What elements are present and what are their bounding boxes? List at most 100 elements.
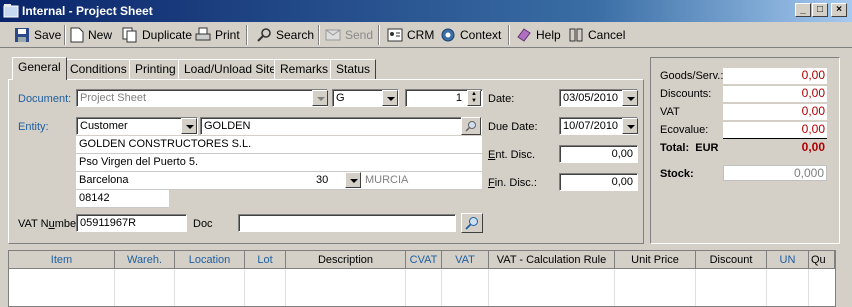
close-button[interactable]: × xyxy=(831,3,847,17)
totals-panel: Goods/Serv.: 0,00 Discounts: 0,00 VAT 0,… xyxy=(650,57,840,244)
col-location[interactable]: Location xyxy=(175,251,245,269)
doc-search-button[interactable] xyxy=(461,213,483,233)
col-description[interactable]: Description xyxy=(286,251,406,269)
goods-value: 0,00 xyxy=(723,68,827,84)
send-button[interactable]: Send xyxy=(325,24,373,46)
search-button[interactable]: Search xyxy=(256,24,314,46)
entity-discount-field[interactable]: 0,00 xyxy=(559,145,638,163)
series-dropdown-button[interactable] xyxy=(382,90,398,106)
vat-number-label: VAT Number xyxy=(18,218,80,230)
entity-type-dropdown-button[interactable] xyxy=(181,118,197,134)
toolbar-separator xyxy=(378,25,380,45)
vat-number-field[interactable]: 05911967R xyxy=(76,214,187,232)
magnifier-icon xyxy=(465,217,478,230)
financial-discount-label: Fin. Disc.: xyxy=(488,177,537,189)
entity-discount-label: Ent. Disc. xyxy=(488,149,536,161)
ecovalue-label: Ecovalue: xyxy=(660,124,709,136)
print-button[interactable]: Print xyxy=(195,24,240,46)
tab-status[interactable]: Status xyxy=(330,59,377,79)
vat-label: VAT xyxy=(660,106,680,118)
col-unit-price[interactable]: Unit Price xyxy=(615,251,696,269)
col-vat-calculation-rule[interactable]: VAT - Calculation Rule xyxy=(489,251,615,269)
grid-column-line xyxy=(405,269,406,306)
col-quantity[interactable]: Qu xyxy=(809,251,835,269)
col-item[interactable]: Item xyxy=(9,251,115,269)
spin-down-icon[interactable]: ▼ xyxy=(468,98,480,105)
help-button[interactable]: Help xyxy=(516,24,561,46)
col-un[interactable]: UN xyxy=(767,251,809,269)
date-label: Date: xyxy=(488,93,515,105)
grid-column-line xyxy=(441,269,442,306)
grid-header: Item Wareh. Location Lot Description CVA… xyxy=(9,251,835,269)
total-value: 0,00 xyxy=(801,140,825,154)
due-date-label: Due Date: xyxy=(488,121,538,133)
entity-type-select[interactable]: Customer xyxy=(76,117,198,135)
stock-label: Stock: xyxy=(660,168,694,180)
tab-general[interactable]: General xyxy=(12,57,67,80)
grid-column-line xyxy=(114,269,115,306)
save-button[interactable]: Save xyxy=(14,24,61,46)
entity-label: Entity: xyxy=(18,121,49,133)
toolbar-separator xyxy=(318,25,320,45)
discounts-value: 0,00 xyxy=(723,86,827,102)
grid-column-line xyxy=(488,269,489,306)
spin-up-icon[interactable]: ▲ xyxy=(468,91,480,98)
minimize-button[interactable]: _ xyxy=(795,3,811,17)
context-button[interactable]: Context xyxy=(440,24,501,46)
entity-name-field[interactable]: GOLDEN CONSTRUCTORES S.L. xyxy=(76,136,482,154)
grid-column-line xyxy=(766,269,767,306)
financial-discount-field[interactable]: 0,00 xyxy=(559,173,638,191)
toolbar-separator xyxy=(64,25,66,45)
document-dropdown-button[interactable] xyxy=(312,90,328,106)
col-cvat[interactable]: CVAT xyxy=(406,251,442,269)
col-warehouse[interactable]: Wareh. xyxy=(115,251,175,269)
col-lot[interactable]: Lot xyxy=(245,251,286,269)
tab-printing[interactable]: Printing xyxy=(129,59,182,79)
grid-column-line xyxy=(244,269,245,306)
contact-card-icon xyxy=(387,28,403,42)
new-button[interactable]: New xyxy=(70,24,112,46)
toolbar-separator xyxy=(508,25,510,45)
goods-label: Goods/Serv.: xyxy=(660,70,724,82)
discounts-label: Discounts: xyxy=(660,88,712,100)
send-icon xyxy=(325,29,341,41)
cancel-button[interactable]: Cancel xyxy=(568,24,625,46)
vat-value: 0,00 xyxy=(723,104,827,120)
ecovalue-value: 0,00 xyxy=(723,122,827,138)
stock-value: 0,000 xyxy=(723,165,827,181)
province-name-field: MURCIA xyxy=(362,172,482,190)
col-vat[interactable]: VAT xyxy=(442,251,489,269)
title-bar: Internal - Project Sheet _ □ × xyxy=(0,0,852,22)
doc-label: Doc xyxy=(193,218,213,230)
grid-column-line xyxy=(808,269,809,306)
maximize-button[interactable]: □ xyxy=(812,3,828,17)
number-spinner[interactable]: ▲ ▼ xyxy=(467,90,481,106)
grid-column-line xyxy=(174,269,175,306)
tab-conditions[interactable]: Conditions xyxy=(64,59,133,79)
zip-field[interactable]: 08142 xyxy=(76,190,169,208)
address-field[interactable]: Pso Virgen del Puerto 5. xyxy=(76,154,482,172)
province-dropdown-button[interactable] xyxy=(345,172,361,188)
printer-icon xyxy=(195,27,211,41)
duplicate-button[interactable]: Duplicate xyxy=(122,24,192,46)
crm-button[interactable]: CRM xyxy=(387,24,434,46)
new-document-icon xyxy=(70,27,84,43)
lines-grid[interactable]: Item Wareh. Location Lot Description CVA… xyxy=(8,250,836,307)
magnifier-icon xyxy=(465,121,476,132)
total-label: Total: EUR xyxy=(660,142,719,154)
entity-code-field[interactable]: GOLDEN xyxy=(200,117,482,135)
magnifier-icon xyxy=(257,28,271,42)
total-divider xyxy=(723,138,827,139)
doc-field[interactable] xyxy=(238,214,456,232)
floppy-icon xyxy=(15,28,29,42)
document-select[interactable]: Project Sheet xyxy=(76,89,328,107)
toolbar: Save New Duplicate Print Search Send CRM… xyxy=(0,22,852,48)
due-date-picker-button[interactable] xyxy=(622,118,638,134)
grid-column-line xyxy=(695,269,696,306)
tab-load-unload-site[interactable]: Load/Unload Site xyxy=(178,59,283,79)
tab-remarks[interactable]: Remarks xyxy=(274,59,335,79)
city-field[interactable]: Barcelona xyxy=(76,172,313,190)
col-discount[interactable]: Discount xyxy=(696,251,767,269)
entity-search-button[interactable] xyxy=(461,117,481,135)
date-picker-button[interactable] xyxy=(622,90,638,106)
